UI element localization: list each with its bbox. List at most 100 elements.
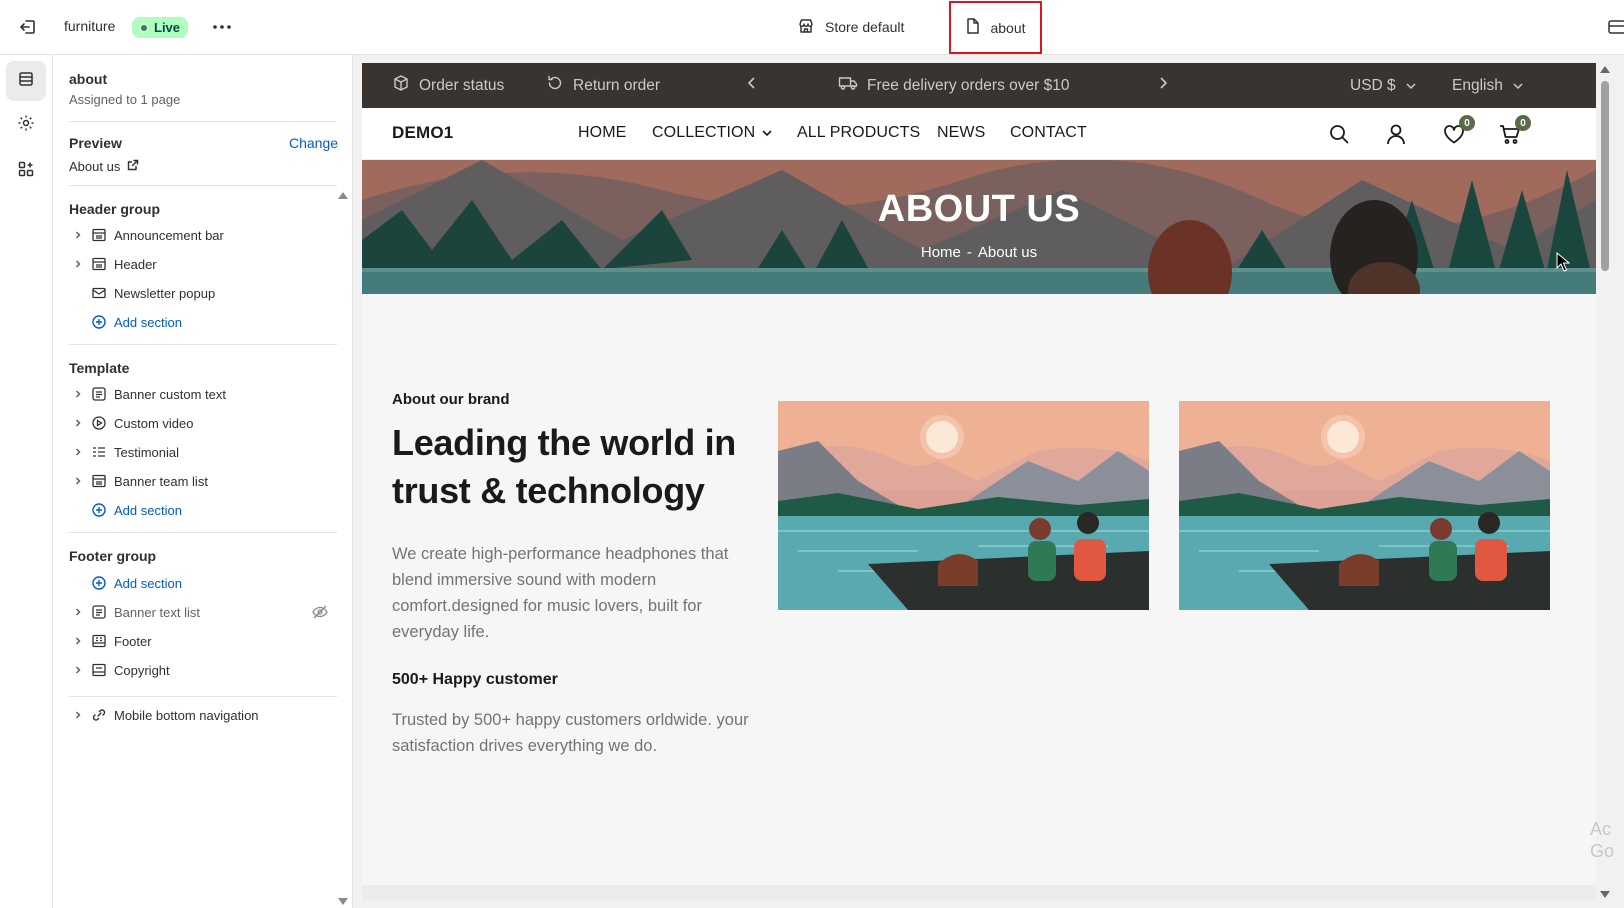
divider [69,344,337,345]
section-item-banner-team-list[interactable]: Banner team list [69,469,329,493]
boat-couple-illustration [778,401,1149,610]
more-options-icon[interactable] [210,16,234,38]
chevron-right-icon[interactable] [69,661,87,679]
live-label: Live [154,20,181,35]
section-item-testimonial[interactable]: Testimonial [69,440,329,464]
language-selector[interactable]: English [1452,63,1524,108]
chevron-right-icon[interactable] [69,255,87,273]
layout-section-icon [89,254,109,274]
exit-icon[interactable] [17,16,39,38]
section-item-header[interactable]: Header [69,252,329,276]
divider [69,696,337,697]
plus-circle-icon [89,312,109,332]
chevron-right-icon[interactable] [69,443,87,461]
scroll-up-arrow-icon[interactable] [338,192,348,199]
language-label: English [1452,76,1503,94]
announcement-prev-arrow[interactable] [746,63,758,108]
section-label: Banner team list [114,473,208,489]
section-item-newsletter-popup[interactable]: Newsletter popup [69,281,329,305]
device-preview-icon[interactable] [1607,17,1624,37]
layout-footer-icon [89,631,109,651]
search-icon[interactable] [1326,121,1352,147]
settings-rail-button[interactable] [6,105,46,145]
cart-count-badge: 0 [1515,115,1531,131]
about-hero-banner: ABOUT US Home - About us [362,160,1596,294]
section-label: Testimonial [114,444,180,460]
chevron-right-icon[interactable] [69,385,87,403]
announcement-next-arrow[interactable] [1157,63,1169,108]
divider [69,185,337,186]
external-link-icon [127,159,139,174]
chevron-right-icon[interactable] [69,414,87,432]
footer-group-title: Footer group [69,548,157,564]
section-label: Copyright [114,662,170,678]
eye-hidden-icon[interactable] [311,603,329,621]
template-selector[interactable]: Store default [797,16,904,38]
preview-scroll-up-icon[interactable] [1600,66,1610,73]
preview-scroll-down-icon[interactable] [1600,891,1610,898]
nav-all-products[interactable]: ALL PRODUCTS [797,124,920,142]
section-label: Announcement bar [114,227,224,243]
store-icon [797,17,815,38]
order-status-link[interactable]: Order status [392,63,504,108]
chevron-right-icon[interactable] [69,472,87,490]
store-logo[interactable]: DEMO1 [392,123,453,143]
section-item-custom-video[interactable]: Custom video [69,411,329,435]
chevron-right-icon[interactable] [69,603,87,621]
section-item-mobile-bottom-navigation[interactable]: Mobile bottom navigation [69,703,329,727]
add-section-label: Add section [114,314,182,330]
page-selector[interactable]: about [949,1,1042,54]
section-label: Footer [114,633,152,649]
plus-circle-icon [89,500,109,520]
link-icon [89,705,109,725]
wishlist-icon[interactable]: 0 [1441,115,1475,147]
apps-rail-button[interactable] [6,151,46,191]
nav-collection[interactable]: COLLECTION [652,124,773,142]
page-label: about [990,19,1026,36]
order-status-label: Order status [419,76,505,94]
mouse-cursor-icon [1556,251,1571,272]
preview-page-link[interactable]: About us [69,159,139,174]
return-order-link[interactable]: Return order [546,63,660,108]
change-preview-link[interactable]: Change [289,135,338,151]
play-icon [89,413,109,433]
chevron-right-icon[interactable] [69,632,87,650]
currency-label: USD $ [1350,76,1396,94]
section-item-banner-custom-text[interactable]: Banner custom text [69,382,329,406]
section-item-copyright[interactable]: Copyright [69,658,329,682]
preview-canvas: Order status Return order Free delivery … [353,55,1624,908]
section-item-footer[interactable]: Footer [69,629,329,653]
preview-label: Preview [69,135,122,151]
nav-home[interactable]: HOME [578,124,626,142]
wishlist-count-badge: 0 [1459,115,1475,131]
breadcrumb-home[interactable]: Home [921,244,961,261]
sections-rail-button[interactable] [6,61,46,101]
brand-image-1 [778,401,1149,610]
currency-selector[interactable]: USD $ [1350,63,1417,108]
add-section-button-header[interactable]: Add section [69,310,329,334]
divider [69,121,337,122]
gear-icon [17,114,35,137]
sidebar-subtitle: Assigned to 1 page [69,92,181,107]
account-icon[interactable] [1383,121,1409,147]
add-section-button-template[interactable]: Add section [69,498,329,522]
divider [69,532,337,533]
store-header: DEMO1 HOME COLLECTION ALL PRODUCTS NEWS … [362,108,1596,160]
nav-news[interactable]: NEWS [937,124,985,142]
cart-icon[interactable]: 0 [1497,115,1531,147]
chevron-right-icon[interactable] [69,706,87,724]
preview-value: About us [69,159,121,174]
section-label: Banner custom text [114,386,226,402]
icon-rail [0,55,53,908]
preview-scrollbar-thumb[interactable] [1601,81,1609,271]
nav-contact[interactable]: CONTACT [1010,124,1087,142]
scroll-down-arrow-icon[interactable] [338,898,348,905]
chevron-right-icon[interactable] [69,226,87,244]
add-section-button-footer[interactable]: Add section [69,571,329,595]
email-icon [89,283,109,303]
box-icon [392,74,410,97]
section-label: Newsletter popup [114,285,216,301]
section-item-announcement-bar[interactable]: Announcement bar [69,223,329,247]
section-item-banner-text-list[interactable]: Banner text list [69,600,329,624]
breadcrumb-current: About us [977,244,1038,261]
